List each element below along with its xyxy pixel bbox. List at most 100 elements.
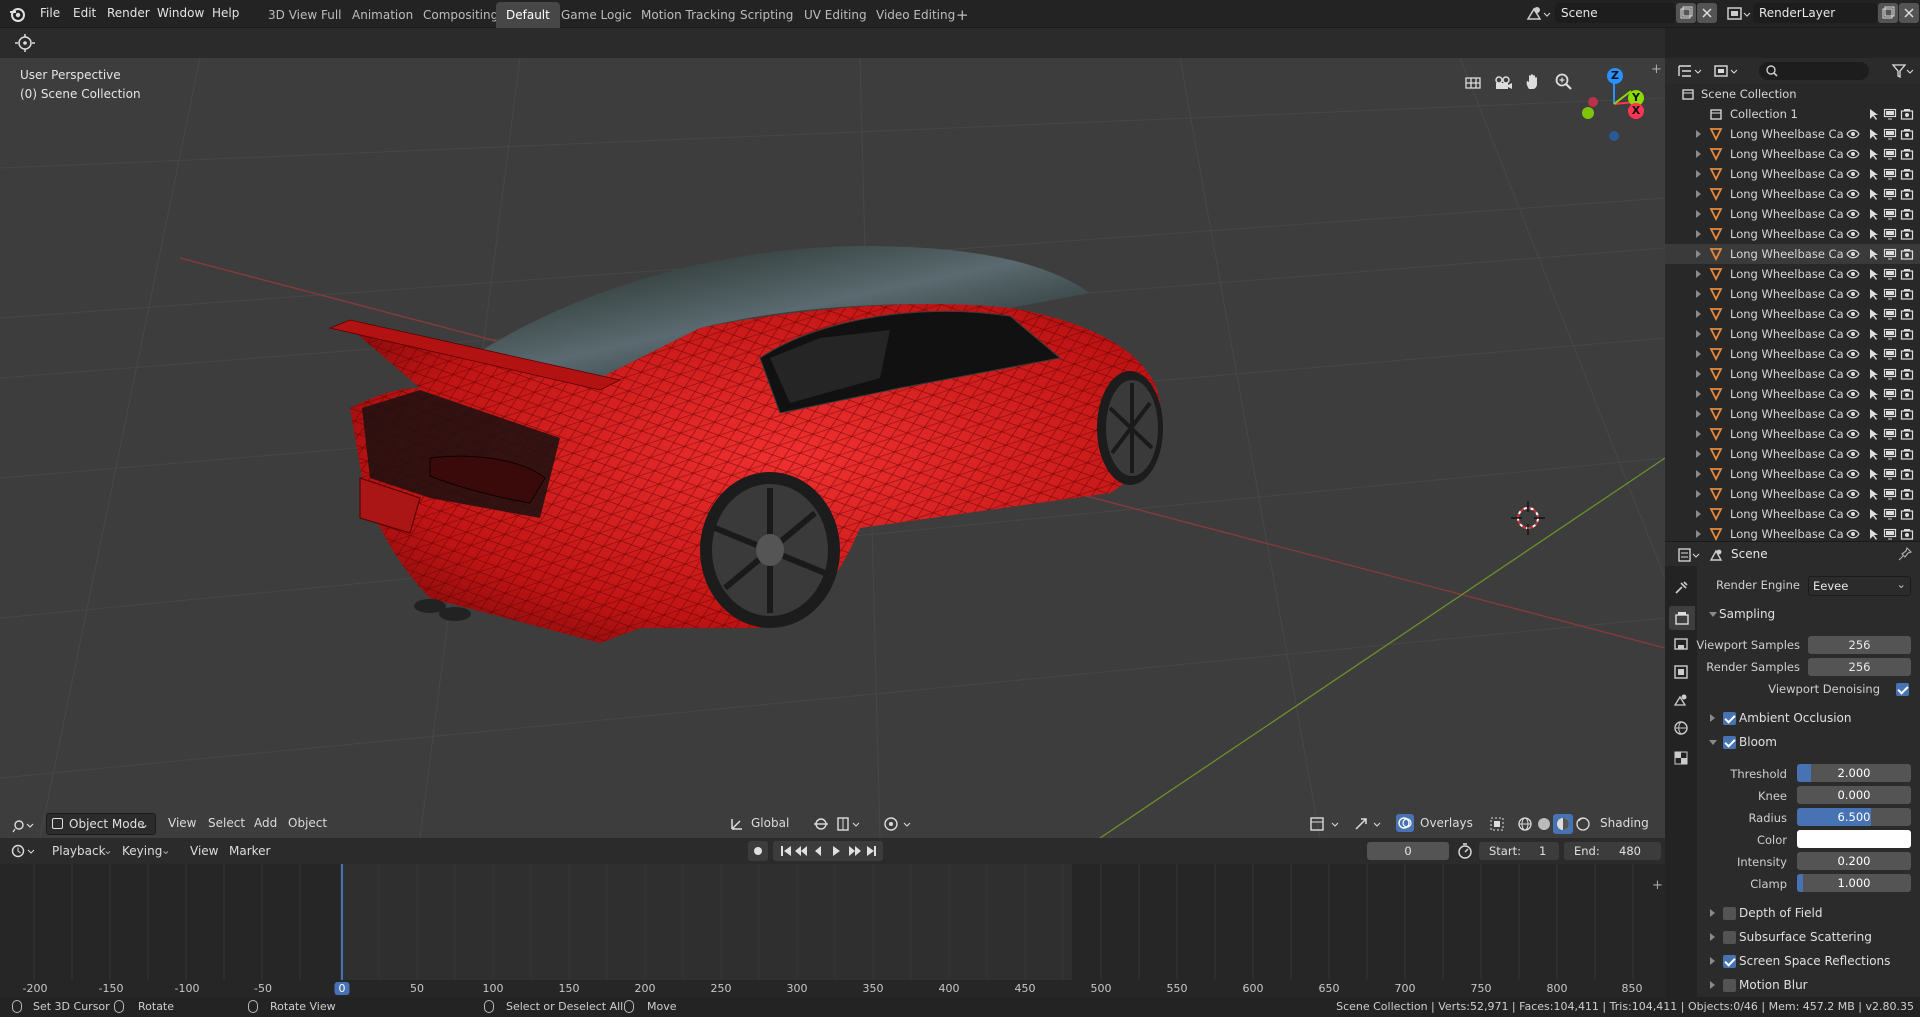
solid-shading-icon[interactable] bbox=[1535, 815, 1553, 833]
select-arrow-icon[interactable] bbox=[1866, 167, 1880, 181]
render-camera-icon[interactable] bbox=[1900, 507, 1914, 521]
tab-animation[interactable]: Animation bbox=[342, 2, 423, 28]
editor-type-icon[interactable] bbox=[12, 816, 36, 834]
render-camera-icon[interactable] bbox=[1900, 407, 1914, 421]
select-arrow-icon[interactable] bbox=[1866, 187, 1880, 201]
render-camera-icon[interactable] bbox=[1900, 347, 1914, 361]
pivot-point-icon[interactable] bbox=[812, 815, 830, 833]
viewport-display-icon[interactable] bbox=[1883, 127, 1897, 141]
eye-icon[interactable] bbox=[1846, 347, 1860, 361]
eye-icon[interactable] bbox=[1846, 227, 1860, 241]
bloom-panel-header[interactable]: Bloom bbox=[1697, 730, 1920, 754]
select-arrow-icon[interactable] bbox=[1866, 127, 1880, 141]
3d-viewport[interactable]: User Perspective (0) Scene Collection Z … bbox=[0, 58, 1665, 838]
viewport-samples-field[interactable]: 256 bbox=[1808, 636, 1911, 654]
end-frame-field[interactable]: End: 480 bbox=[1564, 842, 1661, 860]
timeline-add-corner[interactable]: + bbox=[1652, 878, 1663, 893]
tab-motion-tracking[interactable]: Motion Tracking bbox=[631, 2, 745, 28]
world-tab-icon[interactable] bbox=[1673, 720, 1689, 736]
knee-slider[interactable]: 0.000 bbox=[1797, 786, 1911, 804]
viewport-display-icon[interactable] bbox=[1883, 507, 1897, 521]
render-camera-icon[interactable] bbox=[1900, 427, 1914, 441]
expand-arrow-icon[interactable] bbox=[1696, 370, 1701, 378]
outliner-row-object[interactable]: Long Wheelbase Car bbox=[1665, 304, 1920, 324]
tab-compositing[interactable]: Compositing bbox=[413, 2, 508, 28]
eye-icon[interactable] bbox=[1846, 527, 1860, 541]
eye-icon[interactable] bbox=[1846, 267, 1860, 281]
new-render-layer-button[interactable] bbox=[1878, 3, 1898, 23]
render-camera-icon[interactable] bbox=[1900, 527, 1914, 541]
render-tab-icon[interactable] bbox=[1669, 606, 1695, 630]
depth-of-field-checkbox[interactable] bbox=[1723, 907, 1736, 920]
rendered-shading-icon[interactable] bbox=[1574, 815, 1592, 833]
render-camera-icon[interactable] bbox=[1900, 367, 1914, 381]
select-arrow-icon[interactable] bbox=[1866, 347, 1880, 361]
viewport-display-icon[interactable] bbox=[1883, 187, 1897, 201]
render-camera-icon[interactable] bbox=[1900, 487, 1914, 501]
viewport-display-icon[interactable] bbox=[1883, 327, 1897, 341]
depth-of-field-panel-header[interactable]: Depth of Field bbox=[1697, 901, 1920, 925]
render-layer-field[interactable]: RenderLayer bbox=[1753, 3, 1877, 23]
render-camera-icon[interactable] bbox=[1900, 107, 1914, 121]
expand-arrow-icon[interactable] bbox=[1696, 190, 1701, 198]
expand-arrow-icon[interactable] bbox=[1696, 530, 1701, 538]
bloom-checkbox[interactable] bbox=[1723, 736, 1736, 749]
scene-tab-icon[interactable] bbox=[1673, 692, 1689, 708]
outliner-row-object[interactable]: Long Wheelbase Car bbox=[1665, 464, 1920, 484]
menu-view[interactable]: View bbox=[190, 844, 218, 858]
menu-file[interactable]: File bbox=[40, 6, 60, 20]
expand-arrow-icon[interactable] bbox=[1696, 410, 1701, 418]
viewport-display-icon[interactable] bbox=[1883, 527, 1897, 541]
eye-icon[interactable] bbox=[1846, 247, 1860, 261]
render-camera-icon[interactable] bbox=[1900, 227, 1914, 241]
outliner-row-object[interactable]: Long Wheelbase Car bbox=[1665, 264, 1920, 284]
viewport-add-corner[interactable]: + bbox=[1651, 62, 1662, 77]
wireframe-shading-icon[interactable] bbox=[1516, 815, 1534, 833]
render-engine-dropdown[interactable]: Eevee ⌄ bbox=[1808, 576, 1911, 596]
select-arrow-icon[interactable] bbox=[1866, 227, 1880, 241]
viewport-display-icon[interactable] bbox=[1883, 367, 1897, 381]
eye-icon[interactable] bbox=[1846, 367, 1860, 381]
outliner-row-object[interactable]: Long Wheelbase Car bbox=[1665, 244, 1920, 264]
viewport-display-icon[interactable] bbox=[1883, 267, 1897, 281]
outliner-row-object[interactable]: Long Wheelbase Car bbox=[1665, 484, 1920, 504]
viewport-display-icon[interactable] bbox=[1883, 427, 1897, 441]
transform-orientation-icon[interactable] bbox=[728, 815, 746, 833]
outliner-row-object[interactable]: Long Wheelbase Car bbox=[1665, 524, 1920, 541]
outliner-row-object[interactable]: Long Wheelbase Car bbox=[1665, 284, 1920, 304]
select-arrow-icon[interactable] bbox=[1866, 527, 1880, 541]
outliner-row-object[interactable]: Long Wheelbase Car bbox=[1665, 144, 1920, 164]
shading-dropdown[interactable]: Shading bbox=[1600, 816, 1649, 830]
menu-render[interactable]: Render bbox=[107, 6, 150, 20]
expand-arrow-icon[interactable] bbox=[1696, 150, 1701, 158]
viewport-display-icon[interactable] bbox=[1883, 207, 1897, 221]
menu-edit[interactable]: Edit bbox=[73, 6, 96, 20]
expand-arrow-icon[interactable] bbox=[1696, 350, 1701, 358]
expand-arrow-icon[interactable] bbox=[1696, 230, 1701, 238]
render-camera-icon[interactable] bbox=[1900, 387, 1914, 401]
scene-icon[interactable] bbox=[1525, 4, 1551, 24]
gizmo-z-button[interactable]: Z bbox=[1607, 68, 1623, 84]
record-button[interactable] bbox=[748, 841, 768, 861]
tab-game-logic[interactable]: Game Logic bbox=[551, 2, 642, 28]
select-arrow-icon[interactable] bbox=[1866, 367, 1880, 381]
ambient-occlusion-panel-header[interactable]: Ambient Occlusion bbox=[1697, 706, 1920, 730]
viewport-denoising-checkbox[interactable] bbox=[1896, 683, 1909, 696]
subsurface-scattering-checkbox[interactable] bbox=[1723, 931, 1736, 944]
select-arrow-icon[interactable] bbox=[1866, 327, 1880, 341]
select-arrow-icon[interactable] bbox=[1866, 487, 1880, 501]
eye-icon[interactable] bbox=[1846, 327, 1860, 341]
current-frame-field[interactable]: 0 bbox=[1367, 842, 1449, 860]
xray-toggle-icon[interactable] bbox=[1488, 815, 1506, 833]
render-camera-icon[interactable] bbox=[1900, 287, 1914, 301]
add-workspace-button[interactable]: + bbox=[946, 2, 979, 28]
render-camera-icon[interactable] bbox=[1900, 187, 1914, 201]
toggle-camera-icon[interactable] bbox=[1463, 73, 1483, 93]
menu-select[interactable]: Select bbox=[208, 816, 245, 830]
viewport-display-icon[interactable] bbox=[1883, 407, 1897, 421]
render-camera-icon[interactable] bbox=[1900, 247, 1914, 261]
select-arrow-icon[interactable] bbox=[1866, 407, 1880, 421]
transform-tool-icon[interactable] bbox=[13, 33, 37, 53]
outliner-row-object[interactable]: Long Wheelbase Car bbox=[1665, 204, 1920, 224]
blender-logo-icon[interactable] bbox=[8, 5, 26, 23]
